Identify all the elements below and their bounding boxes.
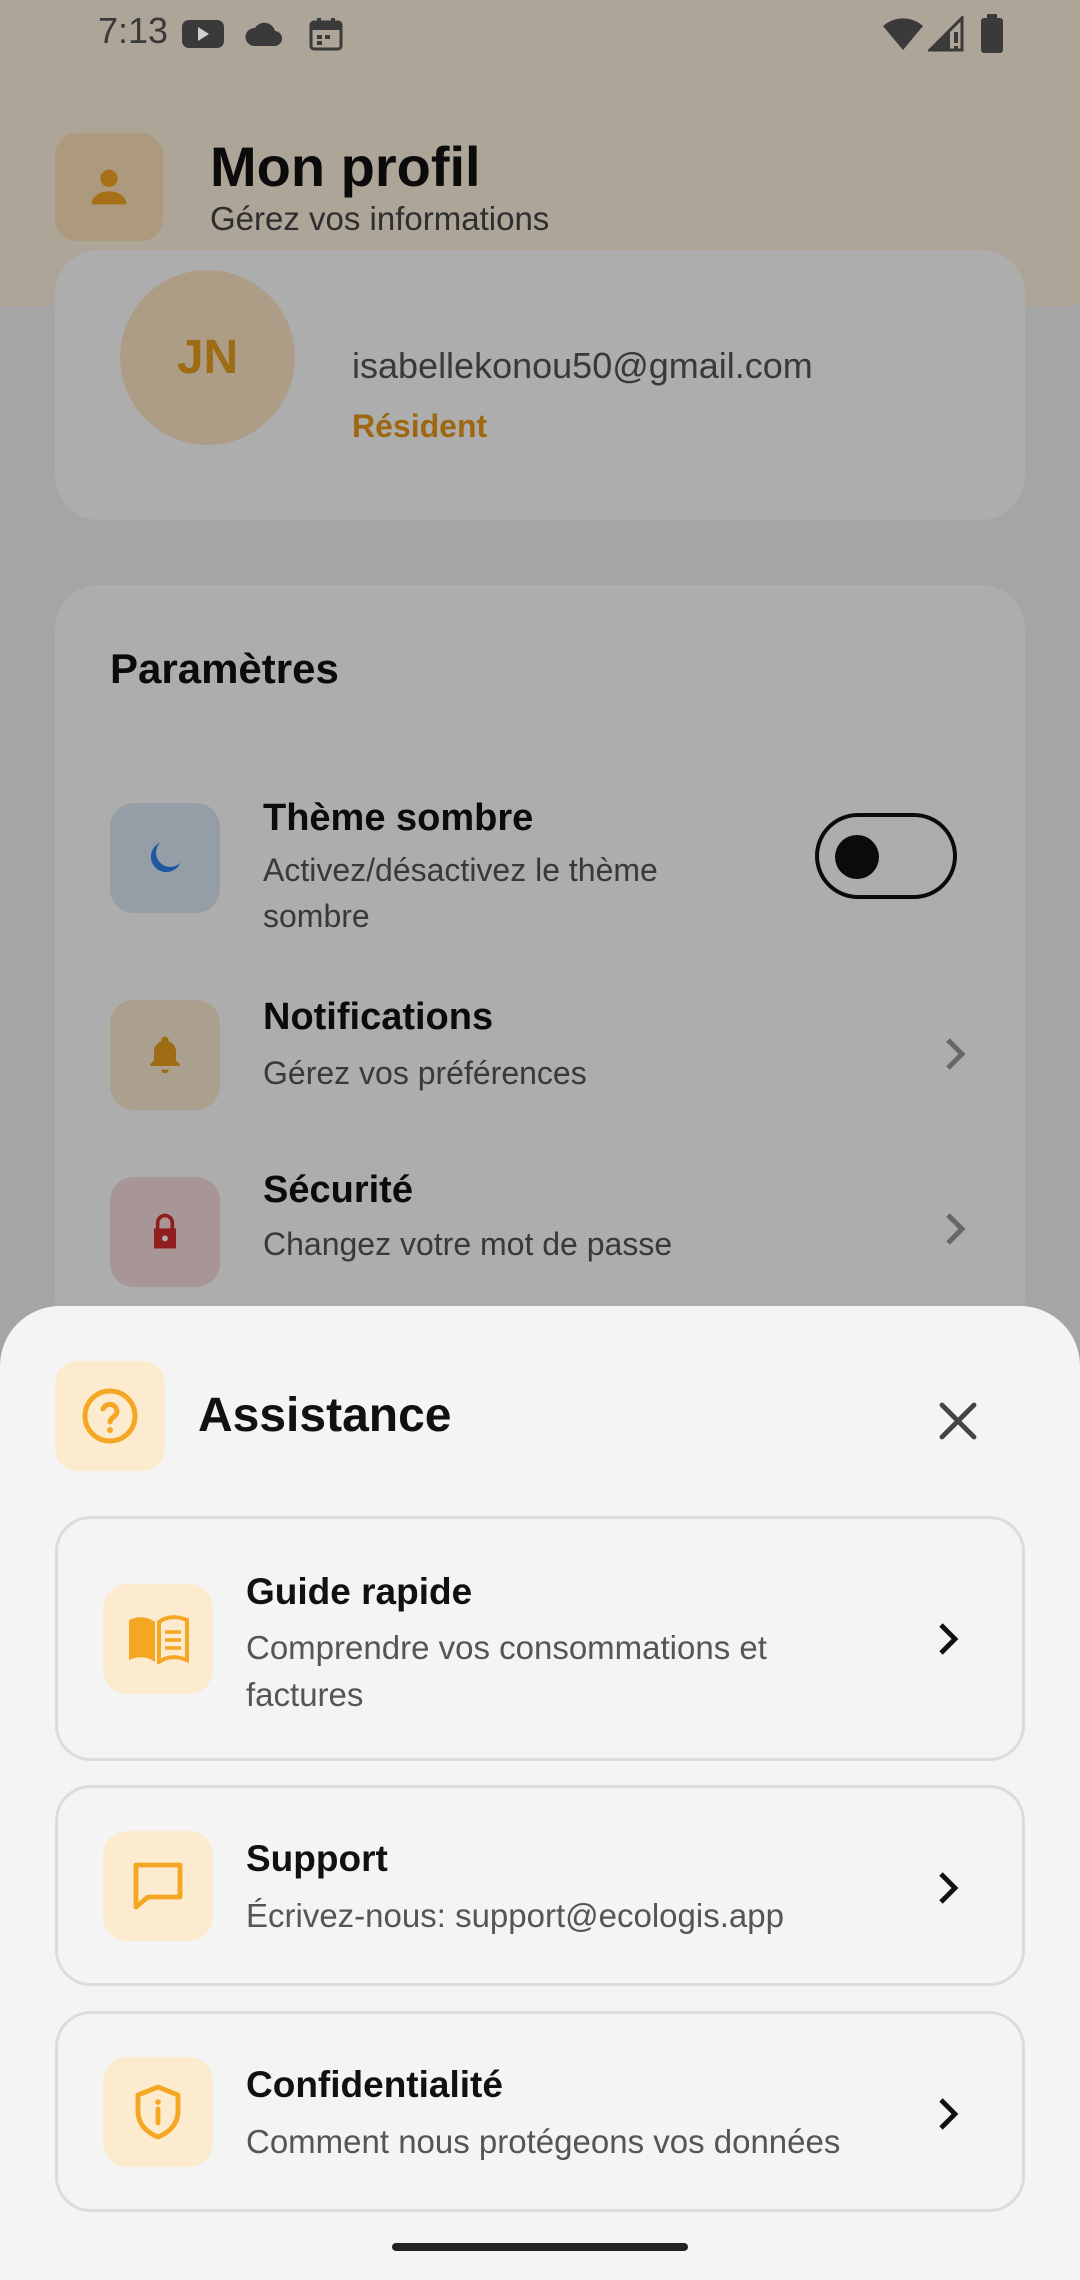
- option-title: Support: [246, 1838, 388, 1879]
- status-time: 7:13: [98, 10, 169, 51]
- status-bar: 7:13: [0, 0, 1080, 68]
- cloud-icon: [245, 22, 283, 47]
- option-title: Confidentialité: [246, 2064, 503, 2105]
- chat-icon-box: [103, 1831, 213, 1941]
- option-support[interactable]: Support Écrivez-nous: support@ecologis.a…: [55, 1785, 1025, 1986]
- home-indicator[interactable]: [392, 2243, 688, 2251]
- shield-info-icon: [135, 2084, 181, 2140]
- help-circle-icon: [82, 1388, 138, 1444]
- sheet-title: Assistance: [198, 1389, 452, 1442]
- chevron-right-icon: [928, 1619, 968, 1659]
- close-button[interactable]: [925, 1388, 991, 1454]
- option-title: Guide rapide: [246, 1571, 473, 1612]
- option-privacy[interactable]: Confidentialité Comment nous protégeons …: [55, 2011, 1025, 2212]
- book-icon-box: [103, 1584, 213, 1694]
- chevron-right-icon: [928, 2094, 968, 2134]
- calendar-icon: [309, 18, 343, 51]
- option-subtitle: Comprendre vos consommations et factures: [246, 1629, 767, 1713]
- signal-icon: [928, 16, 964, 52]
- help-icon-box: [55, 1361, 165, 1471]
- chat-icon: [133, 1862, 183, 1910]
- youtube-icon: [182, 20, 224, 48]
- battery-icon: [981, 14, 1003, 53]
- option-subtitle: Comment nous protégeons vos données: [246, 2123, 841, 2160]
- close-icon: [939, 1402, 977, 1440]
- option-subtitle: Écrivez-nous: support@ecologis.app: [246, 1897, 784, 1934]
- book-icon: [129, 1615, 189, 1664]
- chevron-right-icon: [928, 1868, 968, 1908]
- wifi-icon: [883, 18, 923, 50]
- assistance-sheet: Assistance Guide rapide Comprendre vos c…: [0, 1306, 1080, 2280]
- shield-icon-box: [103, 2057, 213, 2167]
- option-quick-guide[interactable]: Guide rapide Comprendre vos consommation…: [55, 1516, 1025, 1761]
